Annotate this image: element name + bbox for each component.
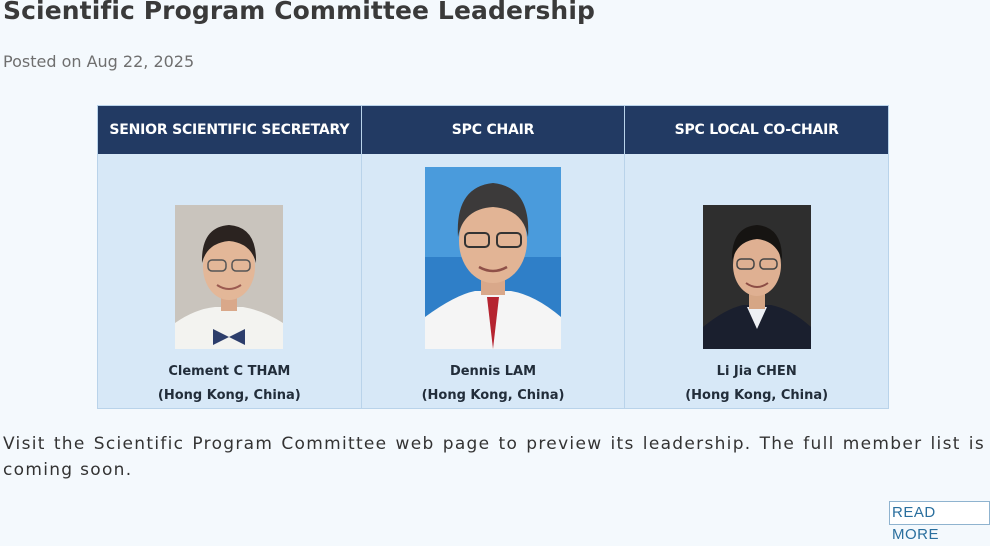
read-more-button[interactable]: READ MORE bbox=[889, 501, 990, 543]
person-name: Clement C THAM bbox=[168, 364, 291, 379]
portrait-photo-chen bbox=[702, 205, 811, 349]
person-location: (Hong Kong, China) bbox=[157, 388, 301, 403]
leader-column-secretary: SENIOR SCIENTIFIC SECRETARY Clement C TH… bbox=[98, 106, 362, 408]
portrait-photo-tham bbox=[175, 205, 284, 349]
spc-leadership-image: SENIOR SCIENTIFIC SECRETARY Clement C TH… bbox=[97, 105, 889, 409]
column-heading: SPC LOCAL CO-CHAIR bbox=[625, 106, 889, 154]
post-excerpt: Visit the Scientific Program Committee w… bbox=[3, 434, 985, 480]
person-location: (Hong Kong, China) bbox=[421, 388, 565, 403]
portrait-photo-lam bbox=[425, 167, 561, 349]
person-name: Li Jia CHEN bbox=[716, 364, 797, 379]
person-name: Dennis LAM bbox=[449, 364, 537, 379]
post-date: Posted on Aug 22, 2025 bbox=[3, 52, 195, 71]
person-location: (Hong Kong, China) bbox=[685, 388, 829, 403]
column-heading: SENIOR SCIENTIFIC SECRETARY bbox=[98, 106, 361, 154]
leader-column-co-chair: SPC LOCAL CO-CHAIR Li Jia CHEN (Hong Kon… bbox=[625, 106, 889, 408]
post-title[interactable]: Scientific Program Committee Leadership bbox=[3, 0, 595, 25]
leader-column-chair: SPC CHAIR Dennis LAM (Hong Kong, China) bbox=[361, 106, 626, 408]
column-heading: SPC CHAIR bbox=[361, 106, 625, 154]
